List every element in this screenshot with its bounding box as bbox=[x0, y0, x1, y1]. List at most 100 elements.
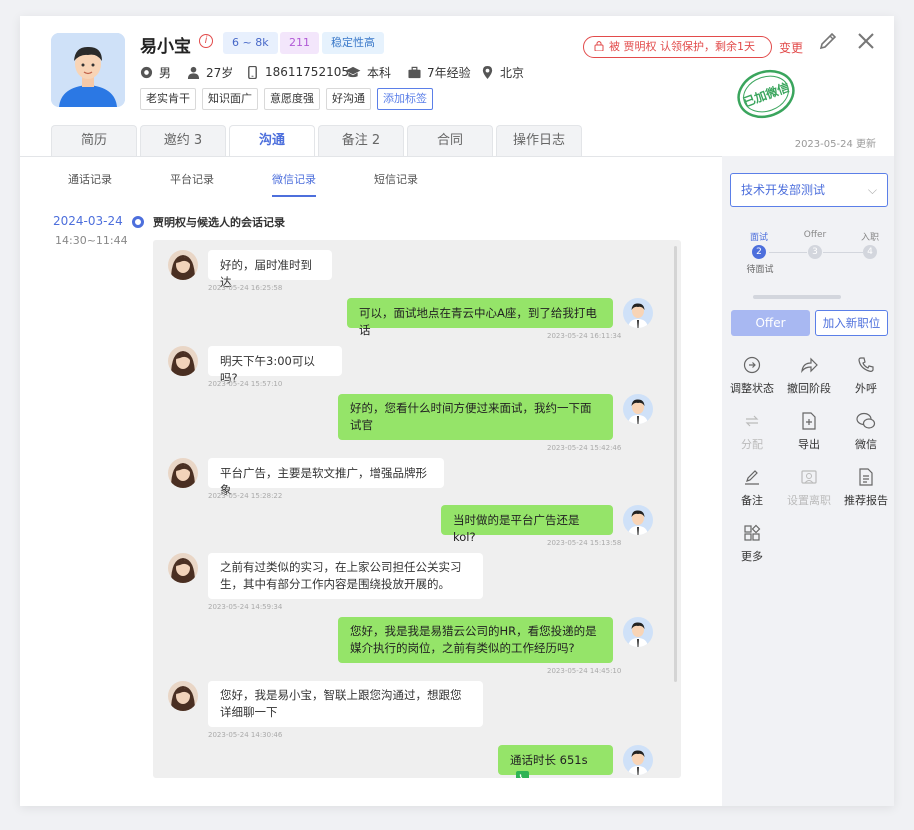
conversation-date: 2024-03-24 bbox=[53, 214, 123, 228]
step-connector bbox=[769, 252, 807, 253]
person-icon bbox=[187, 66, 200, 79]
chat-timestamp: 2023-05-24 16:25:58 bbox=[208, 284, 283, 292]
step-circle: 2 bbox=[752, 245, 766, 259]
more-button[interactable]: 更多 bbox=[723, 524, 781, 564]
timeline-dot bbox=[132, 216, 144, 228]
position-select[interactable]: 技术开发部测试 ⌵ bbox=[730, 173, 888, 207]
change-link[interactable]: 变更 bbox=[779, 39, 803, 56]
candidate-detail-panel: 易小宝 i 6 ~ 8k 211 稳定性高 男 27岁 18611752105 … bbox=[20, 16, 894, 806]
trait-tag: 老实肯干 bbox=[140, 88, 196, 110]
updated-time: 2023-05-24 更新 bbox=[794, 139, 876, 150]
main-tabs: 简历 邀约 3 沟通 备注 2 合同 操作日志 bbox=[51, 125, 582, 157]
salary-badge: 6 ~ 8k bbox=[223, 32, 278, 54]
add-position-button[interactable]: 加入新职位 bbox=[815, 310, 888, 336]
stage-stepper: 面试 Offer 入职 2 3 4 待面试 bbox=[722, 228, 894, 288]
chat-timestamp: 2023-05-24 14:59:34 bbox=[208, 603, 283, 611]
recommend-report-button[interactable]: 推荐报告 bbox=[837, 468, 894, 508]
stage-progress bbox=[753, 295, 841, 299]
chat-scrollbar[interactable] bbox=[674, 246, 677, 682]
tab-resume[interactable]: 简历 bbox=[51, 125, 137, 156]
note-icon bbox=[723, 468, 781, 486]
chat-bubble: 您好，我是易小宝，智联上跟您沟通过，想跟您详细聊一下 bbox=[208, 681, 483, 727]
adjust-status-button[interactable]: 调整状态 bbox=[723, 356, 781, 396]
subtab-calls[interactable]: 通话记录 bbox=[68, 171, 112, 187]
education-field: 本科 bbox=[345, 64, 391, 80]
tab-invitation[interactable]: 邀约 3 bbox=[140, 125, 226, 156]
trait-tag: 意愿度强 bbox=[264, 88, 320, 110]
action-label: 外呼 bbox=[855, 382, 877, 395]
chat-bubble: 明天下午3:00可以吗? bbox=[208, 346, 342, 385]
chat-bubble: 好的，届时准时到达 bbox=[208, 250, 332, 289]
step-label: 入职 bbox=[860, 233, 879, 243]
tab-communication[interactable]: 沟通 bbox=[229, 125, 315, 157]
action-label: 分配 bbox=[741, 438, 763, 451]
assign-button[interactable]: 分配 bbox=[723, 412, 781, 452]
action-label: 推荐报告 bbox=[844, 494, 888, 507]
action-label: 调整状态 bbox=[730, 382, 774, 395]
chat-timestamp: 2023-05-24 15:28:22 bbox=[208, 492, 283, 500]
edit-icon[interactable] bbox=[818, 31, 838, 51]
chat-text: 好的，您看什么时间方便过来面试，我约一下面试官 bbox=[350, 401, 592, 432]
tab-operation-log[interactable]: 操作日志 bbox=[496, 125, 582, 156]
export-icon bbox=[780, 412, 838, 430]
action-label: 备注 bbox=[741, 494, 763, 507]
city-value: 北京 bbox=[500, 65, 525, 80]
chevron-down-icon: ⌵ bbox=[867, 183, 877, 197]
candidate-avatar-small bbox=[168, 346, 198, 376]
action-label: 微信 bbox=[855, 438, 877, 451]
info-icon[interactable]: i bbox=[199, 34, 213, 48]
action-sidebar: 技术开发部测试 ⌵ 面试 Offer 入职 2 3 4 待面试 Offer 加入新… bbox=[722, 156, 894, 806]
subtab-platform[interactable]: 平台记录 bbox=[170, 171, 214, 187]
protection-text: 被 贾明权 认领保护，剩余1天 bbox=[609, 40, 755, 53]
recommend-report-icon bbox=[837, 468, 894, 486]
phone-icon bbox=[248, 65, 257, 79]
chat-bubble: 平台广告，主要是软文推广，增强品牌形象 bbox=[208, 458, 444, 497]
tab-notes[interactable]: 备注 2 bbox=[318, 125, 404, 156]
action-label: 导出 bbox=[798, 438, 820, 451]
chat-bubble: 之前有过类似的实习，在上家公司担任公关实习生，其中有部分工作内容是围绕投放开展的… bbox=[208, 553, 483, 599]
outbound-call-button[interactable]: 外呼 bbox=[837, 356, 894, 396]
add-tag-button[interactable]: 添加标签 bbox=[377, 88, 433, 110]
subtab-wechat[interactable]: 微信记录 bbox=[272, 171, 316, 197]
conversation-time: 14:30~11:44 bbox=[55, 234, 128, 247]
chat-timestamp: 2023-05-24 16:11:34 bbox=[547, 332, 622, 340]
step-status: 待面试 bbox=[746, 265, 774, 275]
action-label: 撤回阶段 bbox=[787, 382, 831, 395]
close-icon[interactable] bbox=[856, 31, 876, 51]
set-resignation-button[interactable]: 设置离职 bbox=[780, 468, 838, 508]
step-label: 面试 bbox=[749, 233, 768, 243]
revert-stage-icon bbox=[780, 356, 838, 374]
chat-text: 之前有过类似的实习，在上家公司担任公关实习生，其中有部分工作内容是围绕投放开展的… bbox=[220, 560, 462, 591]
more-icon bbox=[723, 524, 781, 542]
candidate-avatar bbox=[51, 33, 125, 107]
chat-text: 您好，我是我是易猎云公司的HR，看您投递的是媒介执行的岗位，之前有类似的工作经历… bbox=[350, 624, 597, 655]
export-button[interactable]: 导出 bbox=[780, 412, 838, 452]
revert-stage-button[interactable]: 撤回阶段 bbox=[780, 356, 838, 396]
chat-text: 您好，我是易小宝，智联上跟您沟通过，想跟您详细聊一下 bbox=[220, 688, 462, 719]
candidate-avatar-small bbox=[168, 458, 198, 488]
wechat-button[interactable]: 微信 bbox=[837, 412, 894, 452]
education-value: 本科 bbox=[367, 65, 392, 80]
experience-field: 7年经验 bbox=[408, 64, 471, 80]
recruiter-avatar-small bbox=[623, 298, 653, 328]
chat-log[interactable]: 好的，届时准时到达 2023-05-24 16:25:58 可以，面试地点在青云中心… bbox=[153, 240, 681, 778]
candidate-name: 易小宝 bbox=[140, 37, 191, 57]
offer-button[interactable]: Offer bbox=[731, 310, 810, 336]
tab-contract[interactable]: 合同 bbox=[407, 125, 493, 156]
age-value: 27岁 bbox=[206, 65, 234, 80]
note-button[interactable]: 备注 bbox=[723, 468, 781, 508]
stability-badge: 稳定性高 bbox=[322, 32, 384, 54]
chat-bubble: 可以，面试地点在青云中心A座，到了给我打电话 bbox=[347, 298, 613, 337]
trait-tags: 老实肯干 知识面广 意愿度强 好沟通 添加标签 bbox=[140, 88, 433, 110]
candidate-header: 易小宝 i 6 ~ 8k 211 稳定性高 男 27岁 18611752105 … bbox=[20, 16, 894, 157]
action-label: 更多 bbox=[741, 550, 763, 563]
recruiter-avatar-small bbox=[623, 505, 653, 535]
briefcase-icon bbox=[408, 66, 421, 78]
trait-tag: 知识面广 bbox=[202, 88, 258, 110]
recruiter-avatar-small bbox=[623, 394, 653, 424]
subtab-sms[interactable]: 短信记录 bbox=[374, 171, 418, 187]
wechat-added-stamp: 已加微信 bbox=[737, 69, 795, 119]
sub-tabs: 通话记录 平台记录 微信记录 短信记录 bbox=[68, 171, 476, 197]
chat-bubble: 您好，我是我是易猎云公司的HR，看您投递的是媒介执行的岗位，之前有类似的工作经历… bbox=[338, 617, 613, 663]
trait-tag: 好沟通 bbox=[326, 88, 371, 110]
